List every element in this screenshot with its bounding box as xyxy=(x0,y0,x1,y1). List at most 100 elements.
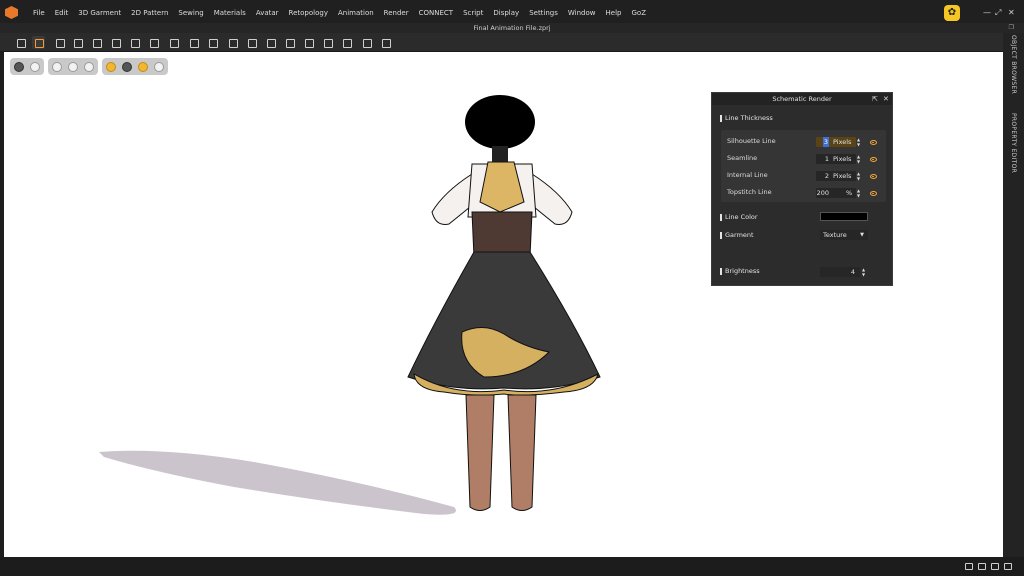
silhouette-line-value: 3 xyxy=(822,137,829,147)
float-window-icon[interactable]: ❐ xyxy=(1009,23,1014,33)
garment-select[interactable]: Texture ▼ xyxy=(820,230,868,240)
seamline-unit: Pixels xyxy=(833,155,852,163)
silhouette-line-field[interactable]: 3 Pixels xyxy=(816,137,856,147)
brightness-label: Brightness xyxy=(725,267,760,275)
menu-2d-pattern[interactable]: 2D Pattern xyxy=(126,8,173,18)
internal-line-stepper[interactable]: ▲ ▼ xyxy=(856,171,861,181)
menu-script[interactable]: Script xyxy=(458,8,488,18)
file-title-bar: Final Animation File.zprj ❐ xyxy=(0,23,1024,33)
menu-edit[interactable]: Edit xyxy=(50,8,74,18)
transform-tool-icon[interactable] xyxy=(147,36,160,49)
topstitch-visibility-icon[interactable] xyxy=(870,191,877,196)
topstitch-line-stepper[interactable]: ▲ ▼ xyxy=(856,188,861,198)
chevron-down-icon: ▼ xyxy=(860,232,864,238)
menu-retopology[interactable]: Retopology xyxy=(284,8,333,18)
seamline-stepper[interactable]: ▲ ▼ xyxy=(856,154,861,164)
close-panel-icon[interactable]: ✕ xyxy=(883,94,889,104)
app-window: File Edit 3D Garment 2D Pattern Sewing M… xyxy=(0,0,1024,576)
garment-select-value: Texture xyxy=(823,231,847,239)
menu-file[interactable]: File xyxy=(28,8,50,18)
curve-tool-icon[interactable] xyxy=(360,36,373,49)
fold-tool-icon[interactable] xyxy=(71,36,84,49)
menu-list: File Edit 3D Garment 2D Pattern Sewing M… xyxy=(28,8,651,18)
menu-settings[interactable]: Settings xyxy=(524,8,563,18)
strengthen-tool-icon[interactable] xyxy=(128,36,141,49)
measure-tool-icon[interactable] xyxy=(283,36,296,49)
right-boot xyxy=(507,394,537,511)
grid-tool-icon[interactable] xyxy=(206,36,219,49)
corset xyxy=(471,211,533,258)
minimize-icon[interactable]: — xyxy=(983,8,991,18)
line-thickness-label: Line Thickness xyxy=(725,114,773,122)
silhouette-line-label: Silhouette Line xyxy=(727,137,776,145)
seamline-value: 1 xyxy=(824,155,829,163)
avatar-shadow xyxy=(99,450,456,515)
avatar-neck xyxy=(492,146,508,162)
pose-tool-icon[interactable] xyxy=(379,36,392,49)
select-move-tool-icon[interactable] xyxy=(32,36,45,49)
pin-panel-icon[interactable]: ⇱ xyxy=(872,94,878,104)
line-color-label: Line Color xyxy=(725,213,758,221)
schematic-render-panel: Schematic Render ⇱ ✕ Line Thickness Silh… xyxy=(711,92,893,286)
status-bar xyxy=(0,557,1024,576)
3d-view-icon[interactable] xyxy=(1004,563,1012,570)
internal-line-visibility-icon[interactable] xyxy=(870,174,877,179)
pin-tool-icon[interactable] xyxy=(109,36,122,49)
seamline-field[interactable]: 1 Pixels xyxy=(816,154,856,164)
tool-bar xyxy=(0,33,1024,52)
menu-help[interactable]: Help xyxy=(601,8,627,18)
menu-goz[interactable]: GoZ xyxy=(626,8,651,18)
line-color-swatch[interactable] xyxy=(820,212,868,221)
app-logo-icon[interactable] xyxy=(5,6,18,19)
internal-line-field[interactable]: 2 Pixels xyxy=(816,171,856,181)
avatar-head xyxy=(465,95,535,149)
split-view-icon[interactable] xyxy=(978,563,986,570)
silhouette-line-stepper[interactable]: ▲ ▼ xyxy=(856,137,861,147)
box-tool-icon[interactable] xyxy=(302,36,315,49)
internal-line-label: Internal Line xyxy=(727,171,768,179)
garment-label: Garment xyxy=(725,231,754,239)
menu-3d-garment[interactable]: 3D Garment xyxy=(73,8,126,18)
menu-materials[interactable]: Materials xyxy=(209,8,251,18)
close-icon[interactable]: ✕ xyxy=(1008,8,1015,18)
brush-tool-icon[interactable] xyxy=(245,36,258,49)
menu-connect[interactable]: CONNECT xyxy=(414,8,458,18)
sphere-tool-icon[interactable] xyxy=(264,36,277,49)
silhouette-visibility-icon[interactable] xyxy=(870,140,877,145)
avatar-tool-icon[interactable] xyxy=(167,36,180,49)
topstitch-line-field[interactable]: 200 % xyxy=(816,188,856,198)
internal-line-unit: Pixels xyxy=(833,172,852,180)
layout-icon[interactable] xyxy=(965,563,973,570)
crop-tool-icon[interactable] xyxy=(321,36,334,49)
menu-display[interactable]: Display xyxy=(488,8,524,18)
section-marker xyxy=(720,232,722,239)
topstitch-line-label: Topstitch Line xyxy=(727,188,772,196)
file-title: Final Animation File.zprj xyxy=(473,24,551,32)
object-browser-tab[interactable]: OBJECT BROWSER xyxy=(1010,35,1017,94)
maximize-icon[interactable]: ⤢ xyxy=(995,8,1001,18)
topstitch-line-unit: % xyxy=(846,189,853,197)
select-mesh-tool-icon[interactable] xyxy=(53,36,66,49)
property-editor-tab[interactable]: PROPERTY EDITOR xyxy=(1010,113,1017,173)
tack-tool-icon[interactable] xyxy=(90,36,103,49)
brightness-field[interactable]: 4 xyxy=(820,267,860,277)
menu-sewing[interactable]: Sewing xyxy=(173,8,208,18)
menu-render[interactable]: Render xyxy=(379,8,414,18)
2d-view-icon[interactable] xyxy=(991,563,999,570)
fitting-tool-icon[interactable] xyxy=(187,36,200,49)
menu-avatar[interactable]: Avatar xyxy=(251,8,284,18)
section-marker xyxy=(720,214,722,221)
panel-header: Schematic Render ⇱ ✕ xyxy=(712,93,892,105)
simulation-tool-icon[interactable] xyxy=(14,36,27,49)
left-boot xyxy=(465,394,495,511)
menu-window[interactable]: Window xyxy=(563,8,601,18)
connect-icon[interactable]: ✿ xyxy=(944,5,960,21)
seamline-label: Seamline xyxy=(727,154,758,162)
menu-animation[interactable]: Animation xyxy=(333,8,379,18)
brightness-stepper[interactable]: ▲ ▼ xyxy=(861,267,866,277)
brightness-value: 4 xyxy=(850,268,855,276)
align-tool-icon[interactable] xyxy=(340,36,353,49)
seamline-visibility-icon[interactable] xyxy=(870,157,877,162)
trace-tool-icon[interactable] xyxy=(226,36,239,49)
right-side-strip: OBJECT BROWSER PROPERTY EDITOR xyxy=(1003,33,1024,557)
